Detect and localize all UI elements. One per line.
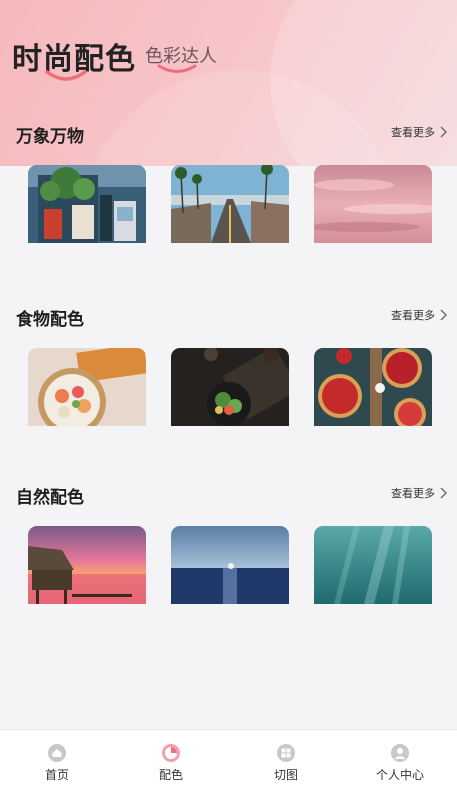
- section-title: 食物配色: [16, 310, 84, 330]
- tab-palette[interactable]: 配色: [114, 730, 228, 788]
- view-more-label: 查看更多: [391, 487, 435, 500]
- tab-label: 切图: [273, 768, 298, 782]
- user-icon: [391, 744, 409, 762]
- strawberry-tart-photo[interactable]: [314, 348, 432, 426]
- underwater-photo[interactable]: [314, 526, 432, 604]
- ocean-moon-photo[interactable]: [171, 526, 289, 604]
- palm-street-photo[interactable]: [171, 165, 289, 243]
- home-icon: [48, 744, 66, 762]
- view-more-link[interactable]: 查看更多: [391, 124, 447, 140]
- tab-label: 个人中心: [375, 768, 424, 782]
- active-tab-indicator-icon: [45, 70, 87, 81]
- grid-icon: [277, 744, 295, 762]
- sushi-photo[interactable]: [28, 348, 146, 426]
- tab-label: 配色: [158, 768, 183, 782]
- pink-sky-photo[interactable]: [314, 165, 432, 243]
- chevron-right-icon: [440, 309, 447, 321]
- palette-icon: [162, 744, 180, 762]
- section-title: 万象万物: [16, 127, 84, 147]
- tab-profile[interactable]: 个人中心: [343, 730, 457, 788]
- tab-label: 首页: [44, 768, 69, 782]
- view-more-link[interactable]: 查看更多: [391, 485, 447, 501]
- section-title: 自然配色: [16, 488, 84, 508]
- chevron-right-icon: [440, 126, 447, 138]
- beach-hut-sunset-photo[interactable]: [28, 526, 146, 604]
- tab-crop[interactable]: 切图: [229, 730, 343, 788]
- view-more-label: 查看更多: [391, 309, 435, 322]
- view-more-link[interactable]: 查看更多: [391, 307, 447, 323]
- storefront-photo[interactable]: [28, 165, 146, 243]
- chevron-right-icon: [440, 487, 447, 499]
- tab-home[interactable]: 首页: [0, 730, 114, 788]
- view-more-label: 查看更多: [391, 126, 435, 139]
- salad-photo[interactable]: [171, 348, 289, 426]
- tab-smile-icon: [157, 64, 197, 73]
- bottom-tab-bar: 首页 配色 切图 个人中心: [0, 729, 457, 788]
